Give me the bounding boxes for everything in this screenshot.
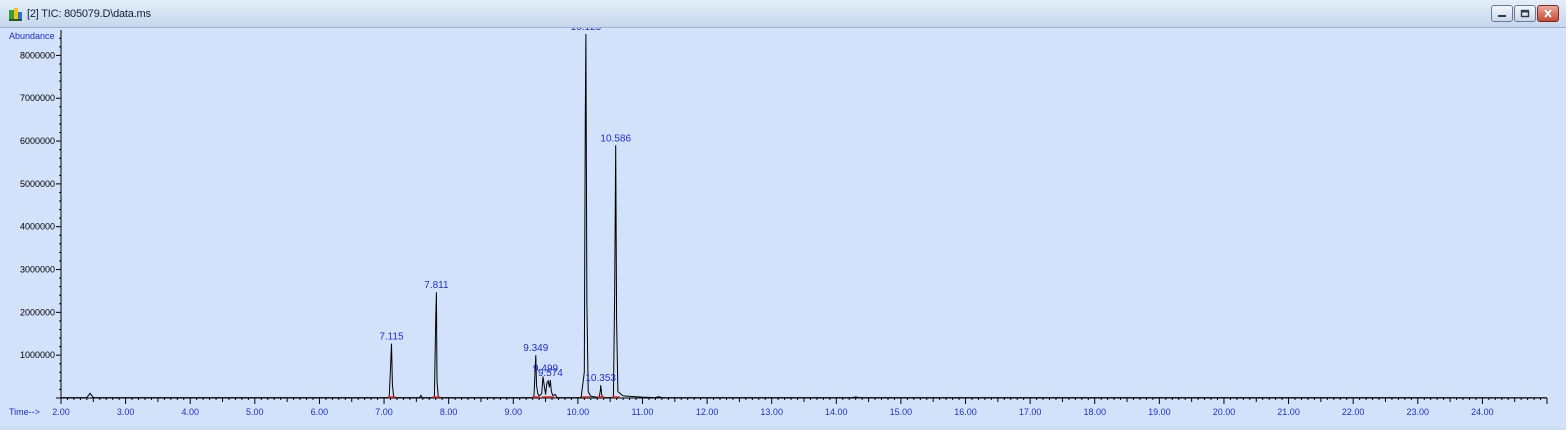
close-button[interactable] [1537,5,1559,22]
plot-area[interactable]: 2.00 3.00 4.00 5.00 6.00 7.00 8.00 9.00 10.00 11.… [0,22,1566,426]
peak-label: 9.574 [538,368,563,379]
chromatogram-window: [2] TIC: 805079.D\data.ms 2.00 3.00 4.00 5.… [0,0,1566,426]
x-tick-label: 14.00 [825,407,848,417]
x-tick-label: 17.00 [1019,407,1042,417]
y-tick-label: 1000000 [20,350,55,360]
window-title: [2] TIC: 805079.D\data.ms [27,8,151,20]
x-tick-label: 6.00 [311,407,329,417]
x-tick-label: 18.00 [1083,407,1106,417]
x-tick-label: 19.00 [1148,407,1171,417]
x-tick-label: 22.00 [1342,407,1365,417]
x-tick-label: 8.00 [440,407,458,417]
peak-label: 10.353 [585,373,616,384]
x-tick-label: 3.00 [117,407,135,417]
chart-peak-labels: 7.1157.8119.3499.4999.57410.12510.35310.… [379,22,631,398]
y-tick-label: 6000000 [20,136,55,146]
peak-label: 9.349 [523,343,548,354]
x-tick-label: 24.00 [1471,407,1494,417]
close-icon [1544,9,1552,18]
tic-chart[interactable]: 2.00 3.00 4.00 5.00 6.00 7.00 8.00 9.00 10.00 11.… [0,22,1566,426]
chart-ticks: 2.00 3.00 4.00 5.00 6.00 7.00 8.00 9.00 10.00 11.… [20,37,1548,417]
x-tick-label: 16.00 [954,407,977,417]
y-tick-label: 8000000 [20,50,55,60]
minimize-button[interactable] [1491,5,1513,22]
x-tick-label: 21.00 [1277,407,1300,417]
x-tick-label: 7.00 [375,407,393,417]
window-titlebar[interactable]: [2] TIC: 805079.D\data.ms [0,0,1566,28]
x-tick-label: 23.00 [1407,407,1430,417]
peak-label: 10.586 [600,133,631,144]
x-tick-label: 13.00 [760,407,783,417]
y-tick-label: 5000000 [20,179,55,189]
peak-label: 7.115 [379,332,404,343]
y-tick-label: 4000000 [20,222,55,232]
x-tick-label: 5.00 [246,407,264,417]
x-tick-label: 2.00 [52,407,70,417]
y-tick-label: 3000000 [20,265,55,275]
restore-icon [1520,9,1530,18]
x-tick-label: 15.00 [890,407,913,417]
chart-trace-group [61,33,1548,399]
x-tick-label: 4.00 [181,407,199,417]
y-tick-label: 7000000 [20,93,55,103]
chart-axes [60,30,1547,399]
minimize-icon [1498,14,1506,17]
tic-trace-line [61,33,1548,399]
window-controls [1491,5,1559,23]
x-tick-label: 20.00 [1213,407,1236,417]
peak-label: 10.125 [571,28,602,33]
x-tick-label: 11.00 [632,407,654,417]
chromatogram-app-icon [9,8,22,21]
y-axis-label: Abundance [9,31,55,41]
x-tick-label: 9.00 [504,407,522,417]
peak-label: 7.811 [424,280,449,291]
x-axis-label: Time--> [9,407,40,417]
x-tick-label: 10.00 [567,407,590,417]
y-tick-label: 2000000 [20,307,55,317]
x-tick-label: 12.00 [696,407,719,417]
restore-button[interactable] [1514,5,1536,22]
